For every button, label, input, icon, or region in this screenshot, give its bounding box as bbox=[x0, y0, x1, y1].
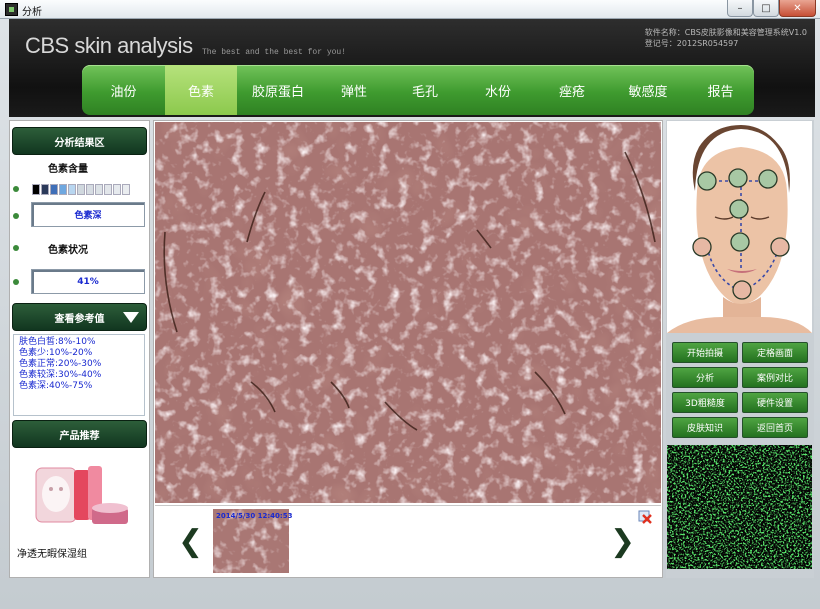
3d-roughness-button[interactable]: 3D粗糙度 bbox=[672, 392, 738, 413]
result-header: 分析结果区 bbox=[12, 127, 147, 155]
maximize-icon: □ bbox=[761, 2, 771, 14]
reference-list: 肤色白皙:8%-10% 色素少:10%-20% 色素正常:20%-30% 色素较… bbox=[13, 334, 145, 416]
scale-swatch bbox=[41, 184, 49, 195]
scale-swatch bbox=[95, 184, 103, 195]
thumbnail-timestamp: 2014/5/30 12:40:53 bbox=[216, 512, 293, 520]
chevron-right-icon[interactable]: ❯ bbox=[610, 524, 635, 559]
tab-oil[interactable]: 油份 bbox=[82, 65, 165, 115]
left-panel: 分析结果区 色素含量 色素深 色素状况 41% 查看参考值 肤色白皙:8%-10… bbox=[9, 120, 150, 578]
freeze-frame-button[interactable]: 定格画面 bbox=[742, 342, 808, 363]
tagline: The best and the best for you! bbox=[202, 48, 347, 57]
hardware-settings-button[interactable]: 硬件设置 bbox=[742, 392, 808, 413]
skin-microscope-image bbox=[155, 122, 661, 503]
list-item: 色素深:40%-75% bbox=[19, 381, 93, 391]
app-header: CBS skin analysis The best and the best … bbox=[9, 19, 815, 117]
return-home-button[interactable]: 返回首页 bbox=[742, 417, 808, 438]
delete-icon[interactable] bbox=[637, 508, 653, 524]
app-icon bbox=[5, 3, 18, 16]
scale-swatch bbox=[50, 184, 58, 195]
pigment-value-field: 色素深 bbox=[31, 202, 145, 227]
reference-toggle[interactable]: 查看参考值 bbox=[12, 303, 147, 331]
scale-swatch bbox=[68, 184, 76, 195]
maximize-button[interactable]: □ bbox=[753, 0, 779, 17]
tab-pores[interactable]: 毛孔 bbox=[389, 65, 461, 115]
chevron-left-icon[interactable]: ❮ bbox=[178, 524, 203, 559]
reference-header: 查看参考值 bbox=[54, 313, 105, 325]
tab-elasticity[interactable]: 弹性 bbox=[319, 65, 389, 115]
scale-swatch bbox=[104, 184, 112, 195]
bullet bbox=[13, 186, 19, 192]
list-item: 色素少:10%-20% bbox=[19, 348, 93, 358]
start-capture-button[interactable]: 开始拍摄 bbox=[672, 342, 738, 363]
center-panel: ❮ 2014/5/30 12:40:53 ❯ bbox=[153, 120, 663, 578]
pigment-distribution-map bbox=[667, 445, 812, 569]
pigment-status-field: 41% bbox=[31, 269, 145, 294]
tab-report[interactable]: 报告 bbox=[687, 65, 754, 115]
tab-sensitivity[interactable]: 敏感度 bbox=[609, 65, 687, 115]
software-name: 软件名称：CBS皮肤影像和美容管理系统V1.0 bbox=[644, 28, 807, 37]
bullet bbox=[13, 279, 19, 285]
thumbnail-strip: ❮ 2014/5/30 12:40:53 ❯ bbox=[155, 505, 661, 577]
registration-number: 登记号：2012SR054597 bbox=[644, 39, 739, 48]
app-window: 分析 – □ ✕ CBS skin analysis The best and … bbox=[0, 0, 820, 609]
scale-swatch bbox=[32, 184, 40, 195]
scale-swatch bbox=[77, 184, 85, 195]
main-nav: 油份 色素 胶原蛋白 弹性 毛孔 水份 痤疮 敏感度 报告 bbox=[82, 65, 754, 115]
title-bar[interactable]: 分析 – □ ✕ bbox=[0, 0, 820, 19]
dropdown-triangle-icon bbox=[123, 312, 139, 323]
app-logo: CBS skin analysis bbox=[25, 33, 193, 58]
software-info: 软件名称：CBS皮肤影像和美容管理系统V1.0 登记号：2012SR054597 bbox=[645, 27, 807, 49]
pigment-status-label: 色素状况 bbox=[48, 245, 88, 256]
list-item: 色素较深:30%-40% bbox=[19, 370, 102, 380]
minimize-icon: – bbox=[737, 2, 743, 14]
analyze-button[interactable]: 分析 bbox=[672, 367, 738, 388]
scale-swatch bbox=[122, 184, 130, 195]
right-panel: 开始拍摄 定格画面 分析 案例对比 3D粗糙度 硬件设置 皮肤知识 返回首页 bbox=[666, 120, 814, 578]
scale-swatch bbox=[86, 184, 94, 195]
scale-swatch bbox=[59, 184, 67, 195]
product-header: 产品推荐 bbox=[12, 420, 147, 448]
pigment-scale bbox=[32, 184, 131, 195]
tab-pigment[interactable]: 色素 bbox=[165, 65, 237, 115]
list-item: 色素正常:20%-30% bbox=[19, 359, 102, 369]
pigment-amount-label: 色素含量 bbox=[48, 164, 88, 175]
tab-collagen[interactable]: 胶原蛋白 bbox=[237, 65, 319, 115]
close-button[interactable]: ✕ bbox=[779, 0, 816, 17]
skin-knowledge-button[interactable]: 皮肤知识 bbox=[672, 417, 738, 438]
list-item: 肤色白皙:8%-10% bbox=[19, 337, 96, 347]
bullet bbox=[13, 245, 19, 251]
bullet bbox=[13, 213, 19, 219]
product-name[interactable]: 净透无暇保湿组 bbox=[17, 545, 87, 560]
minimize-button[interactable]: – bbox=[727, 0, 753, 17]
tab-moisture[interactable]: 水份 bbox=[461, 65, 535, 115]
product-image[interactable] bbox=[30, 464, 134, 528]
close-icon: ✕ bbox=[793, 2, 802, 14]
case-compare-button[interactable]: 案例对比 bbox=[742, 367, 808, 388]
window-title: 分析 bbox=[22, 7, 42, 18]
tab-acne[interactable]: 痤疮 bbox=[535, 65, 609, 115]
scale-swatch bbox=[113, 184, 121, 195]
face-zone-map bbox=[667, 121, 812, 333]
